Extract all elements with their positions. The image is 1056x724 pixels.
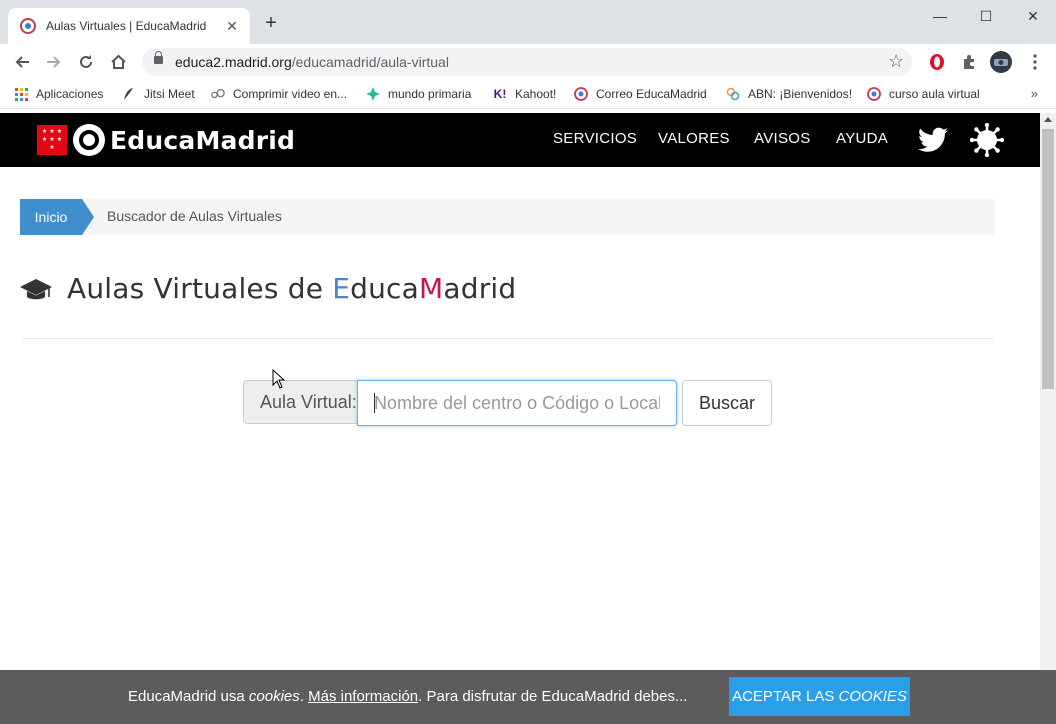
text-caret xyxy=(374,393,375,413)
breadcrumb-home-link[interactable]: Inicio xyxy=(20,199,94,235)
url-path: /educamadrid/aula-virtual xyxy=(291,54,449,70)
cookie-word: cookies xyxy=(248,688,300,705)
educamadrid-favicon-icon xyxy=(20,18,36,34)
cookie-text-part: . Para disfrutar de EducaMadrid debes... xyxy=(418,688,688,705)
cookie-text-part: EducaMadrid usa xyxy=(128,688,249,705)
title-letter-m: M xyxy=(419,272,444,305)
bookmark-label: Comprimir video en... xyxy=(233,87,348,101)
search-label: Aula Virtual: xyxy=(243,380,357,424)
lock-icon[interactable] xyxy=(154,51,163,64)
bookmark-label: Kahoot! xyxy=(515,87,557,101)
star-burst-icon xyxy=(366,87,380,101)
site-header: ★ ★ ★ ★ ★ ★ ★ EducaMadrid SERVICIOS VALORES AV… xyxy=(0,113,1040,167)
page-title: Aulas Virtuales de EducaMadrid xyxy=(67,272,516,305)
nav-avisos[interactable]: AVISOS xyxy=(754,130,811,147)
nav-servicios[interactable]: SERVICIOS xyxy=(553,130,637,147)
bookmark-aplicaciones[interactable]: Aplicaciones xyxy=(14,86,103,102)
bookmark-correo-educamadrid[interactable]: Correo EducaMadrid xyxy=(574,86,707,102)
feather-icon xyxy=(122,87,136,101)
bookmark-curso-aula-virtual[interactable]: curso aula virtual xyxy=(867,86,980,102)
aula-virtual-search-input[interactable] xyxy=(357,380,677,426)
bookmark-jitsi-meet[interactable]: Jitsi Meet xyxy=(122,86,195,102)
nav-ayuda[interactable]: AYUDA xyxy=(836,130,888,147)
new-tab-button[interactable]: + xyxy=(262,12,280,34)
reload-icon[interactable] xyxy=(76,52,96,72)
cookie-text-part: . xyxy=(299,688,309,705)
window-maximize-button[interactable]: ☐ xyxy=(972,6,1000,26)
title-divider xyxy=(22,338,994,339)
search-button[interactable]: Buscar xyxy=(682,380,772,426)
scroll-up-arrow-icon[interactable] xyxy=(1044,117,1052,122)
bookmarks-bar: Aplicaciones Jitsi Meet Comprimir video … xyxy=(0,80,1056,109)
comunidad-madrid-flag-icon[interactable]: ★ ★ ★ ★ ★ ★ ★ xyxy=(37,125,67,155)
tab-close-icon[interactable]: ✕ xyxy=(224,18,240,34)
address-bar[interactable]: educa2.madrid.org/educamadrid/aula-virtu… xyxy=(142,48,912,76)
mouse-cursor-icon xyxy=(272,369,286,389)
title-letter-e: E xyxy=(332,272,351,305)
extensions-puzzle-icon[interactable] xyxy=(960,53,978,71)
scroll-thumb[interactable] xyxy=(1042,129,1054,389)
browser-menu-icon[interactable] xyxy=(1026,53,1044,71)
accept-label: ACEPTAR LAS xyxy=(732,688,835,705)
bookmark-label: curso aula virtual xyxy=(889,87,980,101)
bookmark-label: mundo primaria xyxy=(388,87,472,101)
more-info-link[interactable]: Más información xyxy=(308,688,418,705)
bookmark-mundo-primaria[interactable]: mundo primaria xyxy=(366,86,471,102)
home-icon[interactable] xyxy=(108,52,128,72)
back-arrow-icon[interactable] xyxy=(12,52,32,72)
twitter-icon[interactable] xyxy=(918,126,948,154)
url-text[interactable]: educa2.madrid.org/educamadrid/aula-virtu… xyxy=(175,54,449,70)
url-host: educa2.madrid.org xyxy=(175,54,292,70)
bookmark-star-icon[interactable]: ☆ xyxy=(888,51,904,72)
educamadrid-icon xyxy=(867,87,881,101)
apps-grid-icon xyxy=(14,87,28,101)
tab-title: Aulas Virtuales | EducaMadrid xyxy=(46,19,207,33)
nav-valores[interactable]: VALORES xyxy=(658,130,730,147)
title-part: Aulas Virtuales de xyxy=(67,272,333,305)
profile-avatar[interactable] xyxy=(990,51,1012,73)
browser-tab-active[interactable]: Aulas Virtuales | EducaMadrid ✕ xyxy=(8,8,250,44)
educamadrid-logo-icon[interactable] xyxy=(73,124,105,156)
kahoot-icon: K! xyxy=(493,87,507,101)
page-scrollbar[interactable] xyxy=(1040,113,1056,670)
accept-label-cookies: COOKIES xyxy=(838,688,907,705)
bookmark-comprimir-video[interactable]: Comprimir video en... xyxy=(211,86,347,102)
site-logo-text[interactable]: EducaMadrid xyxy=(110,126,295,155)
window-close-button[interactable]: ✕ xyxy=(1019,6,1047,26)
bookmark-kahoot[interactable]: K! Kahoot! xyxy=(493,86,557,102)
cookie-banner: EducaMadrid usa cookies. Más información… xyxy=(0,670,1056,724)
bookmark-label: Jitsi Meet xyxy=(144,87,195,101)
browser-toolbar: educa2.madrid.org/educamadrid/aula-virtu… xyxy=(0,44,1056,80)
accept-cookies-button[interactable]: ACEPTAR LAS COOKIES xyxy=(729,677,910,716)
abn-icon xyxy=(726,87,740,101)
educamadrid-icon xyxy=(574,87,588,101)
breadcrumb-current: Buscador de Aulas Virtuales xyxy=(107,208,282,224)
cookie-text: EducaMadrid usa cookies. Más información… xyxy=(128,688,687,705)
bookmark-abn[interactable]: ABN: ¡Bienvenidos! xyxy=(726,86,852,102)
bookmarks-overflow-icon[interactable]: » xyxy=(1031,86,1038,101)
bookmark-label: Aplicaciones xyxy=(36,87,104,101)
browser-tab-bar: Aulas Virtuales | EducaMadrid ✕ + — ☐ ✕ xyxy=(0,0,1056,44)
window-minimize-button[interactable]: — xyxy=(926,6,954,26)
title-part: adrid xyxy=(443,272,517,305)
breadcrumb: Inicio Buscador de Aulas Virtuales xyxy=(20,199,995,235)
bookmark-label: Correo EducaMadrid xyxy=(596,87,707,101)
title-part: duca xyxy=(350,272,420,305)
opera-extension-icon[interactable] xyxy=(928,53,946,71)
forward-arrow-icon[interactable] xyxy=(44,52,64,72)
compress-icon xyxy=(211,87,225,101)
bookmark-label: ABN: ¡Bienvenidos! xyxy=(748,87,853,101)
graduation-cap-icon xyxy=(20,279,52,300)
covid-virus-icon[interactable] xyxy=(970,123,1004,157)
